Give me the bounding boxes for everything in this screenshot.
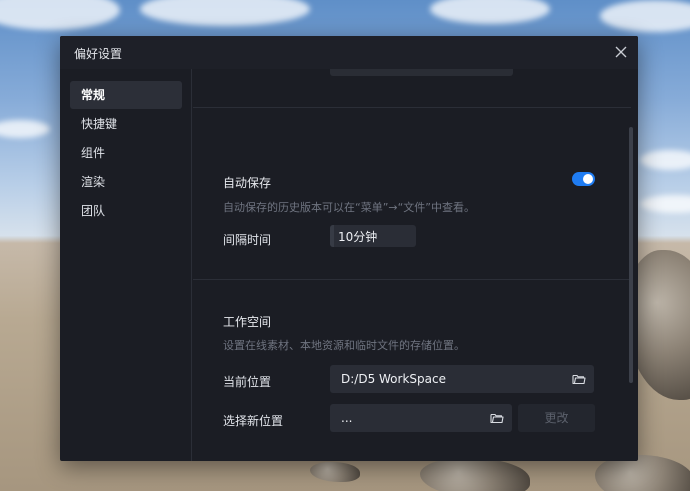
cloud: [430, 0, 550, 24]
autosave-toggle[interactable]: [572, 172, 595, 186]
new-location-label: 选择新位置: [223, 414, 284, 428]
current-location-value: D:/D5 WorkSpace: [341, 372, 446, 386]
toggle-knob: [583, 174, 593, 184]
workspace-title: 工作空间: [223, 315, 272, 329]
new-location-value: ...: [341, 411, 353, 425]
cloud: [640, 150, 690, 170]
cloud: [140, 0, 310, 26]
divider: [193, 279, 631, 280]
preferences-dialog: 偏好设置 常规 快捷键 组件 渲染 团队 自动保存 自动保存的历史版本可以在“菜…: [60, 36, 638, 461]
cloud: [600, 0, 690, 32]
sidebar-item-general[interactable]: 常规: [70, 81, 182, 109]
rock: [310, 462, 360, 482]
sidebar-item-render[interactable]: 渲染: [70, 168, 182, 196]
change-location-button[interactable]: 更改: [518, 404, 595, 432]
scrollbar-thumb[interactable]: [629, 127, 633, 383]
dialog-title: 偏好设置: [74, 47, 123, 61]
close-button[interactable]: [610, 41, 632, 63]
close-icon: [615, 46, 627, 58]
divider: [193, 107, 631, 108]
workspace-description: 设置在线素材、本地资源和临时文件的存储位置。: [223, 339, 465, 352]
autosave-description: 自动保存的历史版本可以在“菜单”→“文件”中查看。: [223, 201, 476, 214]
settings-content[interactable]: 自动保存 自动保存的历史版本可以在“菜单”→“文件”中查看。 间隔时间 10分钟…: [193, 69, 638, 461]
sidebar-item-label: 团队: [81, 204, 106, 218]
sidebar: 常规 快捷键 组件 渲染 团队: [60, 69, 192, 461]
previous-field: [330, 69, 513, 76]
cloud: [0, 0, 120, 30]
sidebar-item-label: 快捷键: [81, 117, 118, 131]
interval-select[interactable]: 10分钟: [330, 225, 416, 247]
current-location-label: 当前位置: [223, 375, 272, 389]
interval-value: 10分钟: [338, 229, 378, 244]
sidebar-item-label: 渲染: [81, 175, 106, 189]
interval-indicator: [330, 225, 334, 247]
folder-icon[interactable]: [572, 373, 586, 385]
rock: [420, 458, 530, 491]
title-bar: 偏好设置: [60, 36, 638, 69]
interval-label: 间隔时间: [223, 233, 272, 247]
sidebar-item-shortcuts[interactable]: 快捷键: [70, 110, 182, 138]
folder-icon[interactable]: [490, 412, 504, 424]
autosave-title: 自动保存: [223, 176, 272, 190]
sidebar-item-label: 常规: [81, 88, 106, 102]
cloud: [640, 195, 690, 213]
current-location-field[interactable]: D:/D5 WorkSpace: [330, 365, 594, 393]
sidebar-item-components[interactable]: 组件: [70, 139, 182, 167]
sidebar-item-label: 组件: [81, 146, 106, 160]
sidebar-item-team[interactable]: 团队: [70, 197, 182, 225]
new-location-field[interactable]: ...: [330, 404, 512, 432]
cloud: [0, 120, 50, 138]
